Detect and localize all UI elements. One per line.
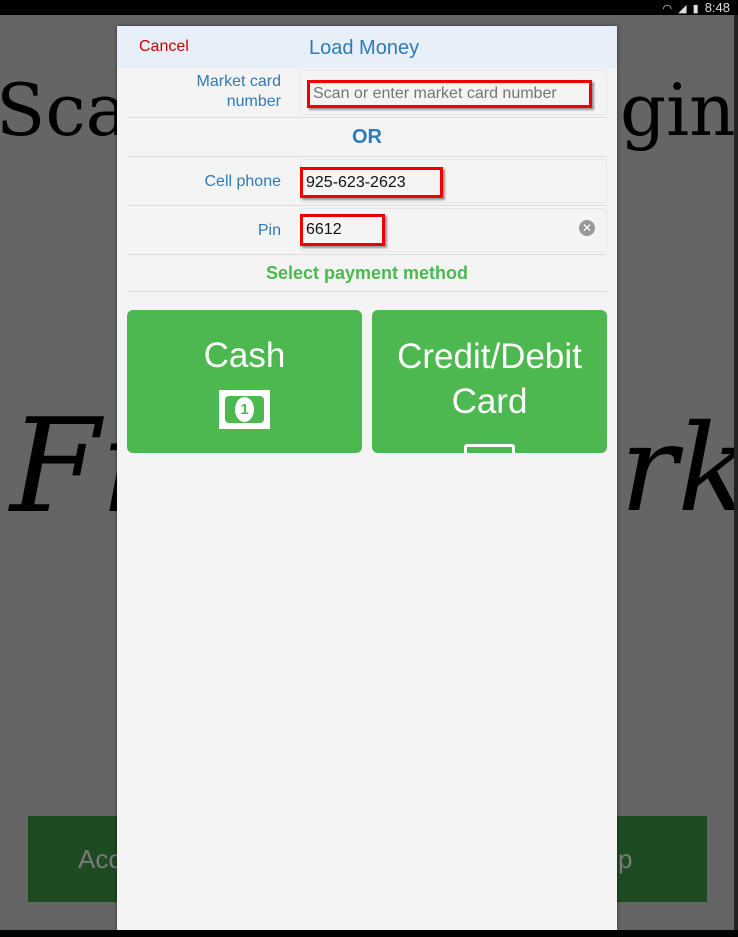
market-card-input[interactable] — [307, 80, 592, 108]
background-heading-right: gin — [620, 68, 736, 152]
clear-icon[interactable]: ✕ — [579, 220, 595, 236]
signal-icon: ◢ — [678, 3, 687, 15]
status-bar: ◠ ◢ ▮ 8:48 — [0, 0, 738, 15]
cash-label: Cash — [203, 336, 286, 375]
battery-icon: ▮ — [692, 3, 699, 15]
pin-label: Pin — [257, 222, 281, 239]
load-money-dialog: Cancel Load Money Market card number OR … — [117, 26, 617, 930]
banknote-icon: 1 — [219, 390, 270, 429]
cell-phone-label: Cell phone — [204, 173, 282, 190]
screen-edge — [734, 15, 738, 930]
pin-row: Pin 6612 ✕ — [127, 205, 607, 254]
pin-input[interactable]: 6612 — [300, 214, 385, 246]
credit-debit-label: Credit/Debit Card — [397, 337, 582, 421]
credit-debit-card-button[interactable]: Credit/Debit Card — [372, 310, 607, 453]
dialog-title: Load Money — [309, 37, 420, 59]
credit-card-icon — [464, 444, 515, 453]
payment-heading: Select payment method — [127, 254, 607, 292]
cell-phone-row: Cell phone 925-623-2623 — [127, 156, 607, 205]
cash-button[interactable]: Cash 1 — [127, 310, 362, 453]
dialog-header: Cancel Load Money — [117, 26, 617, 68]
clock: 8:48 — [704, 0, 730, 15]
wifi-icon: ◠ — [662, 3, 673, 15]
navigation-bar — [0, 930, 738, 937]
background-button-right: p — [618, 844, 633, 874]
background-button-left: Acc — [78, 844, 122, 874]
background-script-right: rk — [620, 400, 738, 539]
cell-phone-input[interactable]: 925-623-2623 — [300, 167, 443, 198]
market-card-row: Market card number — [127, 68, 607, 117]
cancel-button[interactable]: Cancel — [139, 38, 189, 56]
background-heading-left: Sca — [0, 68, 129, 152]
or-divider: OR — [127, 117, 607, 156]
market-card-label: Market card number — [196, 73, 281, 110]
